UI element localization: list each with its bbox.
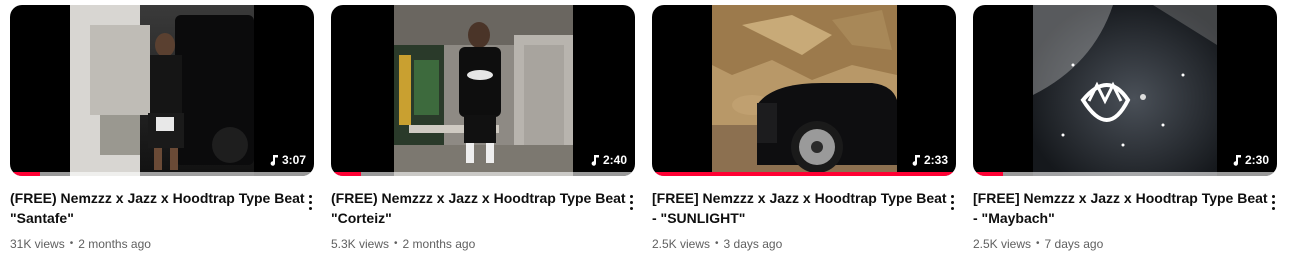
duration-text: 2:40 xyxy=(602,153,627,167)
video-meta: (FREE) Nemzzz x Jazz x Hoodtrap Type Bea… xyxy=(10,188,305,252)
video-title[interactable]: (FREE) Nemzzz x Jazz x Hoodtrap Type Bea… xyxy=(331,188,626,228)
watch-progress-fill xyxy=(652,172,956,176)
watch-progress-track xyxy=(10,172,314,176)
watch-progress-track xyxy=(652,172,956,176)
thumbnail-image xyxy=(70,5,254,176)
view-count: 2.5K views xyxy=(652,237,711,251)
video-stats: 31K views • 2 months ago xyxy=(10,236,300,252)
video-title-line: "Santafe" xyxy=(10,210,74,226)
view-count: 2.5K views xyxy=(973,237,1032,251)
thumbnail-image xyxy=(394,5,573,176)
video-title-line: (FREE) Nemzzz x Jazz x Hoodtrap Type Bea… xyxy=(331,190,626,206)
video-title[interactable]: [FREE] Nemzzz x Jazz x Hoodtrap Type Bea… xyxy=(652,188,947,228)
video-title-line: - "Maybach" xyxy=(973,210,1055,226)
separator-dot: • xyxy=(715,238,719,249)
video-grid: 3:07 (FREE) Nemzzz x Jazz x Hoodtrap Typ… xyxy=(10,5,1300,260)
more-vert-icon[interactable] xyxy=(944,192,960,212)
more-vert-icon[interactable] xyxy=(302,192,318,212)
duration-badge: 3:07 xyxy=(269,153,306,167)
video-title-line: "Corteiz" xyxy=(331,210,392,226)
watch-progress-fill xyxy=(10,172,41,176)
duration-text: 2:30 xyxy=(1244,153,1269,167)
separator-dot: • xyxy=(394,238,398,249)
duration-badge: 2:40 xyxy=(590,153,627,167)
upload-age: 2 months ago xyxy=(78,237,151,251)
video-title[interactable]: [FREE] Nemzzz x Jazz x Hoodtrap Type Bea… xyxy=(973,188,1268,228)
music-note-icon xyxy=(270,154,278,166)
more-vert-icon[interactable] xyxy=(1265,192,1281,212)
music-note-icon xyxy=(591,154,599,166)
video-title-line: - "SUNLIGHT" xyxy=(652,210,746,226)
video-thumbnail[interactable]: 2:33 xyxy=(652,5,956,176)
more-vert-icon[interactable] xyxy=(623,192,639,212)
video-card: 2:40 (FREE) Nemzzz x Jazz x Hoodtrap Typ… xyxy=(331,5,635,260)
video-stats: 2.5K views • 3 days ago xyxy=(652,236,942,252)
video-thumbnail[interactable]: 2:30 xyxy=(973,5,1277,176)
upload-age: 3 days ago xyxy=(723,237,783,251)
watch-progress-track xyxy=(973,172,1277,176)
separator-dot: • xyxy=(69,238,74,249)
thumbnail-image xyxy=(712,5,897,176)
video-meta: [FREE] Nemzzz x Jazz x Hoodtrap Type Bea… xyxy=(652,188,947,252)
view-count: 5.3K views xyxy=(331,237,390,251)
video-title-line: (FREE) Nemzzz x Jazz x Hoodtrap Type Bea… xyxy=(10,190,305,206)
video-meta: [FREE] Nemzzz x Jazz x Hoodtrap Type Bea… xyxy=(973,188,1268,252)
video-thumbnail[interactable]: 3:07 xyxy=(10,5,314,176)
duration-text: 2:33 xyxy=(923,153,948,167)
duration-badge: 2:33 xyxy=(911,153,948,167)
video-title-line: [FREE] Nemzzz x Jazz x Hoodtrap Type Bea… xyxy=(652,190,947,206)
music-note-icon xyxy=(1233,154,1241,166)
video-stats: 2.5K views • 7 days ago xyxy=(973,236,1263,252)
thumbnail-image xyxy=(1033,5,1217,176)
watch-progress-track xyxy=(331,172,635,176)
music-note-icon xyxy=(912,154,920,166)
view-count: 31K views xyxy=(10,237,65,251)
watch-progress-fill xyxy=(331,172,362,176)
video-meta: (FREE) Nemzzz x Jazz x Hoodtrap Type Bea… xyxy=(331,188,626,252)
upload-age: 2 months ago xyxy=(402,237,476,251)
duration-text: 3:07 xyxy=(281,153,306,167)
watch-progress-fill xyxy=(973,172,1004,176)
duration-badge: 2:30 xyxy=(1232,153,1269,167)
upload-age: 7 days ago xyxy=(1044,237,1104,251)
separator-dot: • xyxy=(1036,238,1040,249)
video-stats: 5.3K views • 2 months ago xyxy=(331,236,621,252)
video-card: 3:07 (FREE) Nemzzz x Jazz x Hoodtrap Typ… xyxy=(10,5,314,260)
video-thumbnail[interactable]: 2:40 xyxy=(331,5,635,176)
video-title[interactable]: (FREE) Nemzzz x Jazz x Hoodtrap Type Bea… xyxy=(10,188,305,228)
video-title-line: [FREE] Nemzzz x Jazz x Hoodtrap Type Bea… xyxy=(973,190,1268,206)
video-card: 2:30 [FREE] Nemzzz x Jazz x Hoodtrap Typ… xyxy=(973,5,1277,260)
video-card: 2:33 [FREE] Nemzzz x Jazz x Hoodtrap Typ… xyxy=(652,5,956,260)
